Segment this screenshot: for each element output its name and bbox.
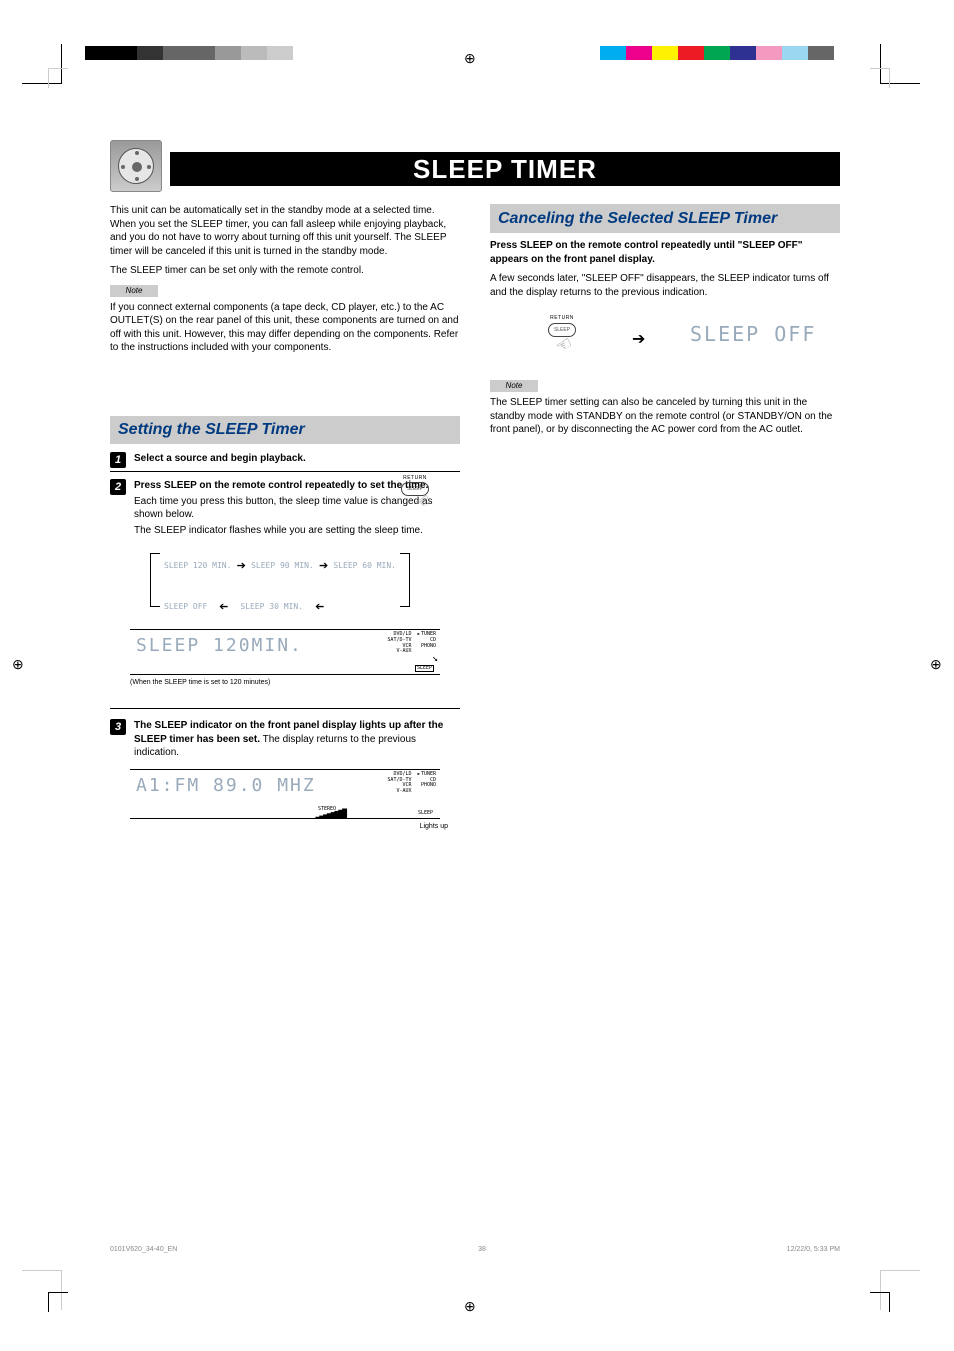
page-title: SLEEP TIMER bbox=[170, 152, 840, 186]
arrow-right-icon: ➔ bbox=[319, 559, 328, 572]
crop-mark bbox=[870, 1292, 890, 1312]
page-number: 38 bbox=[478, 1246, 486, 1253]
registration-mark-icon: ⊕ bbox=[464, 50, 476, 67]
note-label: Note bbox=[110, 285, 158, 297]
arrow-right-icon: ➔ bbox=[632, 329, 645, 351]
step-3: 3 The SLEEP indicator on the front panel… bbox=[110, 715, 460, 763]
page-footer: 0101V620_34-40_EN 38 12/22/0, 5:33 PM bbox=[110, 1246, 840, 1253]
step-number-icon: 3 bbox=[110, 719, 126, 735]
lcd-caption: Lights up bbox=[130, 823, 448, 831]
arrow-right-icon: ➔ bbox=[237, 559, 246, 572]
intro-text: This unit can be automatically set in th… bbox=[110, 204, 460, 361]
arrow-left-icon: ➔ bbox=[219, 600, 228, 613]
step-2: 2 Press SLEEP on the remote control repe… bbox=[110, 475, 460, 541]
sleep-indicator: SLEEP bbox=[415, 665, 434, 672]
step-2-text: Press SLEEP on the remote control repeat… bbox=[134, 480, 428, 491]
note-label: Note bbox=[490, 380, 538, 392]
sleep-cycle-diagram: SLEEP 120 MIN. ➔ SLEEP 90 MIN. ➔ SLEEP 6… bbox=[150, 551, 410, 621]
crop-mark bbox=[870, 68, 890, 88]
footer-timestamp: 12/22/0, 5:33 PM bbox=[787, 1246, 840, 1253]
step-number-icon: 1 bbox=[110, 452, 126, 468]
right-column-body: Press SLEEP on the remote control repeat… bbox=[490, 239, 840, 437]
print-color-bar-right bbox=[600, 46, 834, 60]
section-heading-setting-timer: Setting the SLEEP Timer bbox=[110, 416, 460, 444]
step-number-icon: 2 bbox=[110, 479, 126, 495]
sleep-off-display-text: SLEEP OFF bbox=[690, 321, 816, 348]
sleep-off-diagram: RETURN SLEEP ☜ ➔ SLEEP OFF bbox=[490, 315, 840, 371]
registration-mark-icon: ⊕ bbox=[12, 656, 24, 673]
step-1-text: Select a source and begin playback. bbox=[134, 453, 306, 464]
print-color-bar-left bbox=[85, 46, 293, 60]
registration-mark-icon: ⊕ bbox=[930, 656, 942, 673]
remote-control-icon bbox=[110, 140, 162, 192]
arrow-left-icon: ➔ bbox=[315, 600, 324, 613]
footer-filename: 0101V620_34-40_EN bbox=[110, 1246, 177, 1253]
crop-mark bbox=[48, 68, 68, 88]
registration-mark-icon: ⊕ bbox=[464, 1298, 476, 1315]
section-heading-canceling-timer: Canceling the Selected SLEEP Timer bbox=[490, 204, 840, 233]
sleep-indicator: SLEEP bbox=[417, 811, 434, 816]
lcd-display-tuner: A1:FM 89.0 MHZ STEREO ▁▂▃▄▅▆▇█ DVD/LDTUN… bbox=[130, 769, 440, 819]
lcd-caption: (When the SLEEP time is set to 120 minut… bbox=[130, 679, 460, 687]
sleep-button-graphic: RETURN SLEEP ☜ bbox=[390, 475, 440, 517]
crop-mark bbox=[48, 1292, 68, 1312]
step-1: 1 Select a source and begin playback. bbox=[110, 448, 460, 472]
lcd-display-sleep-120: SLEEP 120MIN. DVD/LDTUNER SAT/D-TVCD VCR… bbox=[130, 629, 440, 675]
pointer-arrow-icon: ↘ bbox=[432, 653, 438, 664]
signal-bars-icon: ▁▂▃▄▅▆▇█ bbox=[315, 809, 346, 818]
